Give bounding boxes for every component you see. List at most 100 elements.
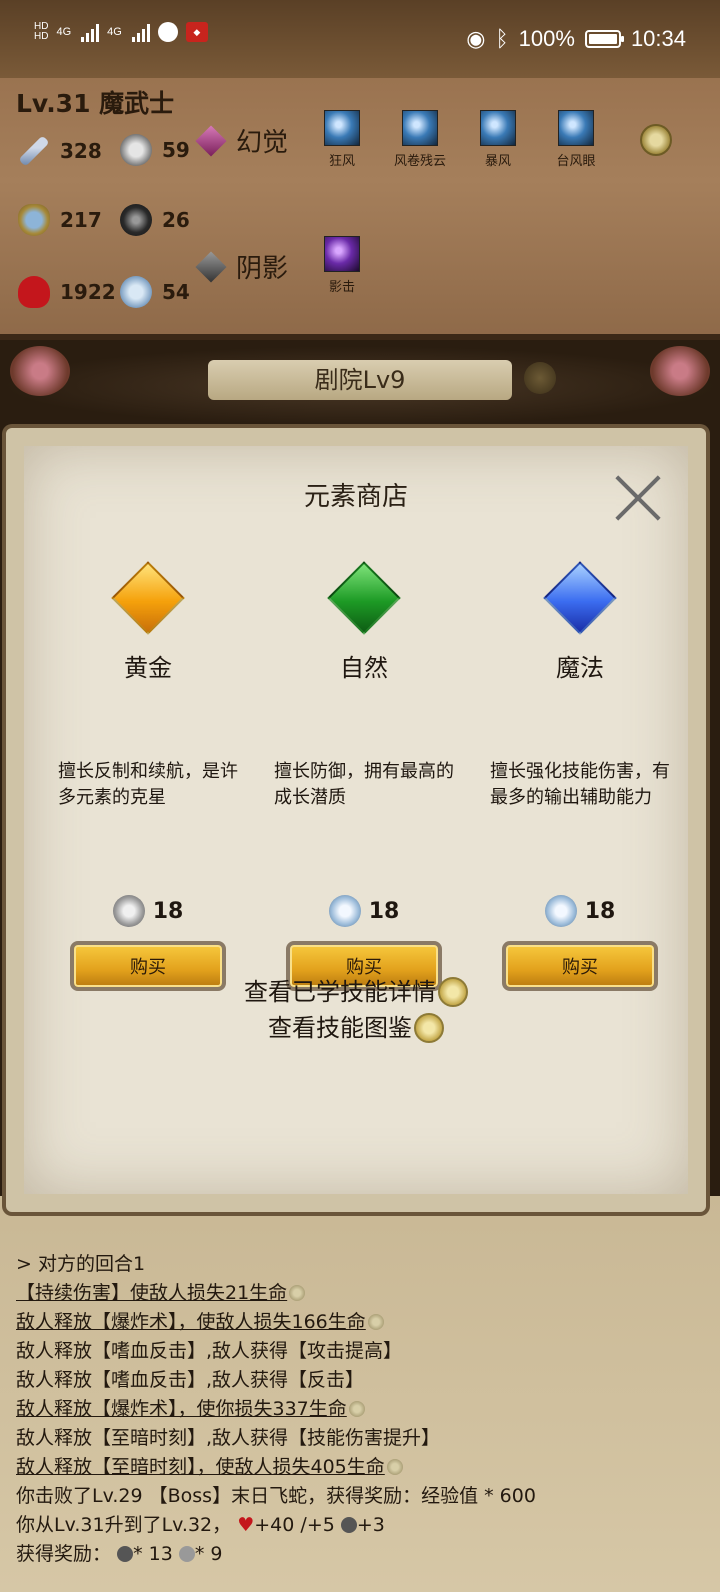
- skill-slot[interactable]: 台风眼: [536, 110, 616, 169]
- attack-stat: 328: [18, 134, 102, 168]
- log-line: > 对方的回合1: [16, 1253, 146, 1275]
- levelup-text: 你从Lv.31升到了Lv.32，: [16, 1514, 232, 1536]
- coin-a-value: 59: [162, 138, 190, 162]
- skill-label: 暴风: [484, 154, 511, 169]
- app-notification-icon: [157, 22, 178, 42]
- item-description: 擅长防御，拥有最高的 成长潜质: [256, 759, 472, 839]
- desc-line: 擅长防御，拥有最高的: [274, 761, 454, 782]
- battery-icon: [584, 30, 624, 48]
- wind-skill-icon: [480, 110, 516, 146]
- log-line[interactable]: 【持续伤害】使敌人损失21生命: [16, 1279, 704, 1308]
- crystal-value: 54: [162, 280, 190, 304]
- log-line[interactable]: 敌人释放【爆炸术】，使你损失337生命: [16, 1395, 704, 1424]
- green-gem-icon: [327, 561, 401, 635]
- close-icon[interactable]: [614, 474, 662, 522]
- desc-line: 擅长反制和续航，是许: [58, 761, 238, 782]
- purple-gem-icon: [195, 124, 227, 157]
- skill-slot[interactable]: 影击: [302, 236, 382, 295]
- red-app-icon: ◆: [185, 22, 208, 42]
- silver-coin-icon: [112, 895, 145, 927]
- search-icon[interactable]: [524, 362, 556, 394]
- skill-slot[interactable]: 风卷残云: [380, 110, 460, 169]
- element-label: 阴影: [236, 254, 289, 284]
- bluetooth-icon: ᛒ: [495, 26, 509, 51]
- hp-stat: 1922: [18, 276, 116, 308]
- shadow-skill-icon: [324, 236, 360, 272]
- desc-line: 擅长强化技能伤害，有: [490, 761, 670, 782]
- desc-line: 多元素的克星: [58, 787, 166, 808]
- reward-prefix: 获得奖励：: [16, 1543, 112, 1565]
- log-line-reward: 获得奖励： * 13 * 9: [16, 1540, 704, 1569]
- gold-gem-icon: [111, 561, 185, 635]
- price-value: 18: [584, 898, 616, 924]
- link-label: 查看技能图鉴: [268, 1014, 412, 1042]
- log-line: 敌人释放【嗜血反击】,敌人获得【攻击提高】: [16, 1340, 403, 1362]
- character-title: Lv.31 魔武士: [16, 89, 175, 118]
- silver-coin-icon: [120, 134, 152, 166]
- defense-value: 217: [60, 208, 102, 232]
- theater-title: 剧院Lv9: [208, 360, 512, 400]
- desc-line: 成长潜质: [274, 787, 346, 808]
- log-text: 敌人释放【爆炸术】，使你损失337生命: [16, 1398, 347, 1420]
- price-value: 18: [152, 898, 184, 924]
- blue-gem-icon: [543, 561, 617, 635]
- crystal-coin-icon: [328, 895, 361, 927]
- network-1-label: 4G: [56, 26, 72, 38]
- item-price: 18: [472, 895, 688, 927]
- wind-skill-icon: [402, 110, 438, 146]
- status-right: ◉ ᛒ 100% 10:34: [466, 26, 686, 52]
- magnifier-icon: [414, 1013, 444, 1043]
- skill-label: 影击: [328, 280, 355, 295]
- log-line: 敌人释放【至暗时刻】,敌人获得【技能伤害提升】: [16, 1427, 441, 1449]
- wind-skill-icon: [324, 110, 360, 146]
- log-text: 敌人释放【爆炸术】，使敌人损失166生命: [16, 1311, 366, 1333]
- item-name: 魔法: [556, 654, 604, 682]
- log-text: 【持续伤害】使敌人损失21生命: [16, 1282, 288, 1304]
- levelup-hp: +40: [254, 1514, 295, 1536]
- skill-slot[interactable]: 狂风: [302, 110, 382, 169]
- dialog-title: 元素商店: [303, 482, 408, 512]
- view-skill-catalog-link[interactable]: 查看技能图鉴: [24, 1010, 688, 1046]
- view-learned-skills-link[interactable]: 查看已学技能详情: [24, 974, 688, 1010]
- info-icon: [386, 1459, 403, 1475]
- silver-coin-icon: [178, 1546, 195, 1562]
- item-price: 18: [40, 895, 256, 927]
- log-line[interactable]: 敌人释放【至暗时刻】，使敌人损失405生命: [16, 1453, 704, 1482]
- dark-coin-icon: [340, 1517, 357, 1533]
- skill-label: 台风眼: [556, 154, 596, 169]
- log-text: 敌人释放【至暗时刻】，使敌人损失405生命: [16, 1456, 385, 1478]
- skill-label: 风卷残云: [393, 154, 446, 169]
- element-shadow: 阴影: [195, 248, 289, 285]
- reward-a: * 13: [133, 1543, 173, 1565]
- eye-icon: ◉: [466, 26, 486, 51]
- character-panel: Lv.31 魔武士 328 59 217 26 1922 54 幻觉 狂风 风卷…: [0, 78, 720, 340]
- item-description: 擅长强化技能伤害，有 最多的输出辅助能力: [472, 759, 688, 839]
- levelup-atk: +5: [306, 1514, 335, 1536]
- skill-slot[interactable]: 暴风: [458, 110, 538, 169]
- battery-percent: 100%: [518, 26, 575, 51]
- flower-decoration-icon: [10, 346, 70, 396]
- heart-icon: [18, 276, 50, 308]
- log-line-levelup: 你从Lv.31升到了Lv.32， ♥+40 ∕+5 +3: [16, 1511, 704, 1540]
- attack-value: 328: [60, 139, 102, 163]
- log-line[interactable]: 敌人释放【爆炸术】，使敌人损失166生命: [16, 1308, 704, 1337]
- shield-icon: [18, 204, 50, 236]
- shop-item-nature: 自然 擅长防御，拥有最高的 成长潜质 18 购买: [256, 561, 472, 991]
- shop-item-gold: 黄金 擅长反制和续航，是许 多元素的克星 18 购买: [40, 561, 256, 991]
- theater-banner: 剧院Lv9: [0, 346, 720, 426]
- info-icon: [289, 1285, 306, 1301]
- hp-value: 1922: [60, 280, 116, 304]
- element-label: 幻觉: [236, 128, 289, 158]
- clock: 10:34: [630, 26, 686, 51]
- status-bar: HD HD 4G 4G ◆ ◉ ᛒ 100% 10:34: [0, 0, 720, 78]
- element-shop-dialog: 元素商店 黄金 擅长反制和续航，是许 多元素的克星 18 购买 自然 擅长防御，…: [6, 428, 706, 1212]
- gray-gem-icon: [195, 250, 227, 283]
- levelup-other: +3: [356, 1514, 385, 1536]
- coin-b-value: 26: [162, 208, 190, 232]
- link-label: 查看已学技能详情: [244, 978, 436, 1006]
- item-name: 黄金: [124, 654, 172, 682]
- crystal-coin-icon: [120, 276, 152, 308]
- magnifier-icon[interactable]: [640, 124, 672, 156]
- item-price: 18: [256, 895, 472, 927]
- magnifier-icon: [438, 977, 468, 1007]
